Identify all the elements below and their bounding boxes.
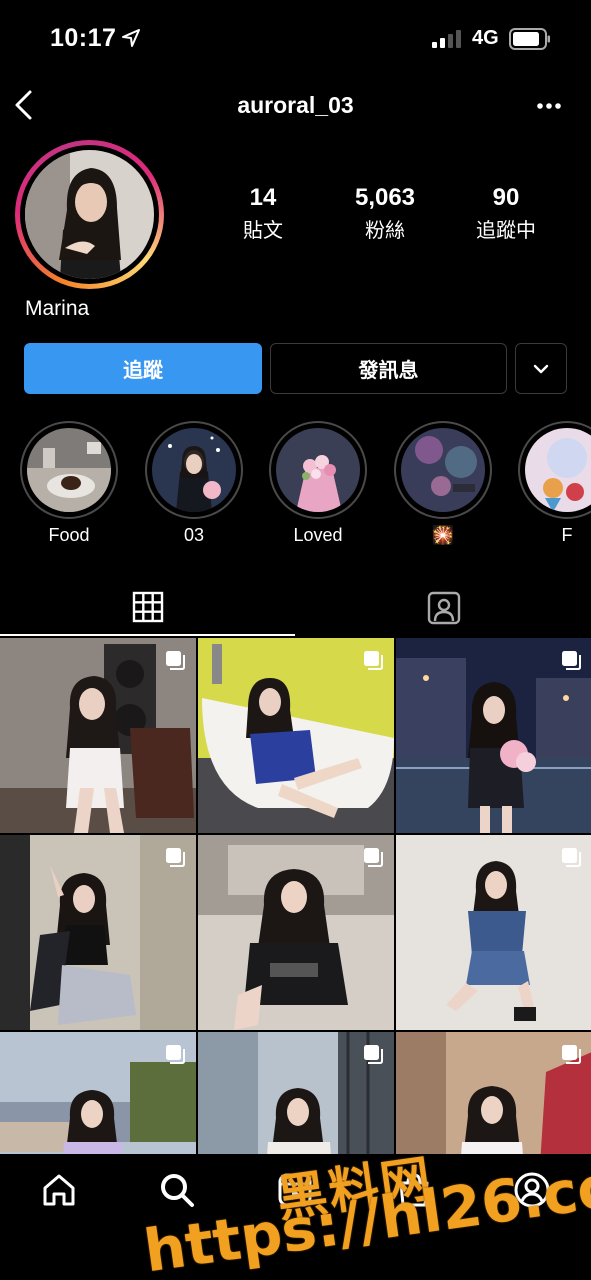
stat-posts-label: 貼文 (243, 220, 283, 242)
multi-photo-icon (166, 651, 185, 670)
highlight-cover (152, 428, 236, 512)
back-icon[interactable] (10, 88, 40, 122)
multi-photo-icon (562, 651, 581, 670)
network-type: 4G (472, 27, 499, 49)
avatar[interactable] (25, 150, 154, 279)
highlight-food[interactable]: Food (20, 421, 118, 545)
more-icon[interactable] (536, 102, 562, 110)
stat-followers-count: 5,063 (354, 184, 416, 211)
multi-photo-icon (166, 848, 185, 867)
tab-posts-grid[interactable] (0, 580, 295, 636)
grid-icon (132, 591, 163, 623)
posts-grid (0, 638, 591, 1154)
highlight-label: 🎇 (431, 525, 455, 545)
stat-following[interactable]: 90 追蹤中 (451, 184, 561, 243)
stat-followers[interactable]: 5,063 粉絲 (330, 184, 440, 243)
post-thumbnail[interactable] (198, 638, 394, 833)
chevron-down-icon (533, 364, 549, 373)
stat-posts[interactable]: 14 貼文 (208, 184, 318, 243)
home-icon[interactable] (40, 1171, 78, 1209)
post-thumbnail[interactable] (0, 638, 196, 833)
stat-followers-label: 粉絲 (365, 220, 405, 242)
signal-icon (432, 30, 461, 48)
highlight-03[interactable]: 03 (145, 421, 243, 545)
stat-following-count: 90 (492, 184, 520, 211)
battery-icon (509, 28, 550, 50)
highlight-loved[interactable]: Loved (269, 421, 367, 545)
post-thumbnail[interactable] (0, 1032, 196, 1154)
post-thumbnail[interactable] (396, 638, 591, 833)
highlight-label: F (561, 525, 573, 545)
stat-following-label: 追蹤中 (476, 220, 536, 242)
profile-username: auroral_03 (237, 92, 354, 118)
follow-button[interactable]: 追蹤 (24, 343, 262, 394)
message-button[interactable]: 發訊息 (270, 343, 507, 394)
highlight-cover (525, 428, 591, 512)
highlight-fireworks[interactable]: 🎇 (394, 421, 492, 545)
story-ring[interactable] (15, 140, 164, 289)
highlight-label: 03 (183, 525, 205, 545)
stat-posts-count: 14 (249, 184, 277, 211)
highlight-f[interactable]: F (518, 421, 591, 545)
tagged-icon (427, 591, 460, 625)
highlight-label: Loved (293, 525, 343, 545)
post-thumbnail[interactable] (198, 835, 394, 1030)
multi-photo-icon (166, 1045, 185, 1064)
highlight-cover (276, 428, 360, 512)
post-thumbnail[interactable] (198, 1032, 394, 1154)
multi-photo-icon (562, 1045, 581, 1064)
post-thumbnail[interactable] (0, 835, 196, 1030)
post-thumbnail[interactable] (396, 1032, 591, 1154)
suggested-accounts-button[interactable] (515, 343, 567, 394)
status-bar: 10:17 4G (0, 0, 591, 80)
multi-photo-icon (562, 848, 581, 867)
multi-photo-icon (364, 651, 383, 670)
multi-photo-icon (364, 1045, 383, 1064)
display-name: Marina (25, 297, 90, 320)
highlight-cover (401, 428, 485, 512)
highlight-label: Food (48, 525, 90, 545)
status-time: 10:17 (50, 24, 117, 52)
location-arrow-icon (122, 29, 140, 47)
multi-photo-icon (364, 848, 383, 867)
search-icon[interactable] (158, 1171, 196, 1209)
post-thumbnail[interactable] (396, 835, 591, 1030)
tab-tagged[interactable] (296, 580, 591, 636)
highlight-cover (27, 428, 111, 512)
